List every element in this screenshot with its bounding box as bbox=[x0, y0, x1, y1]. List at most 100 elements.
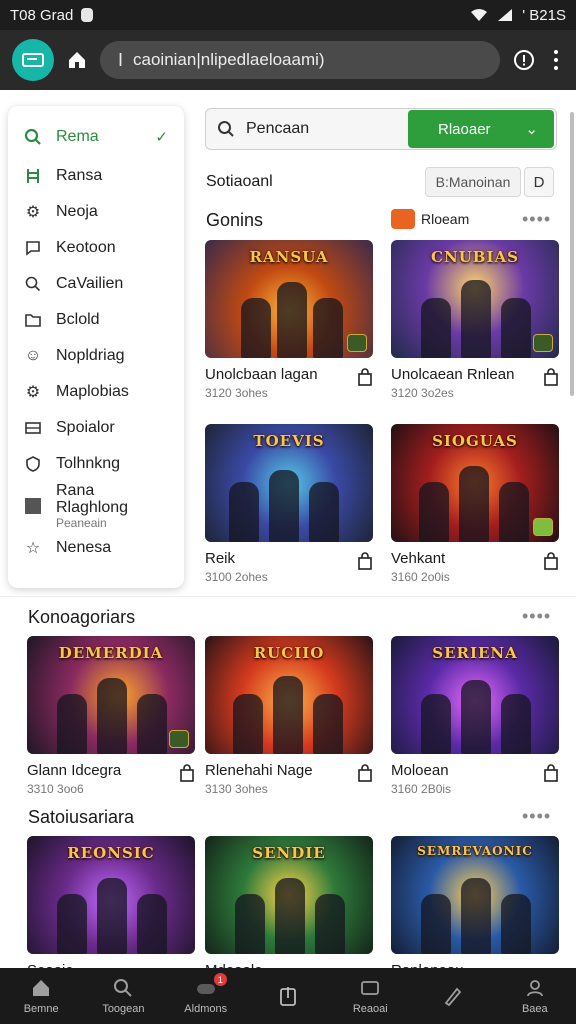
filter-tag[interactable]: Rloeam bbox=[391, 209, 469, 229]
game-thumbnail[interactable]: SIOGUAS bbox=[391, 424, 559, 542]
category-art-title: RUCIIO bbox=[253, 644, 325, 662]
game-art-title: SIOGUAS bbox=[432, 432, 518, 450]
category-thumbnail[interactable]: DEMERDIA bbox=[27, 636, 195, 754]
game-art-title: RANSUA bbox=[249, 248, 329, 266]
category-art-title: DEMERDIA bbox=[58, 644, 164, 662]
nav-home[interactable]: Bemne bbox=[0, 968, 82, 1024]
game-card[interactable]: SIOGUAS Vehkant 3160 2o0is bbox=[391, 424, 559, 584]
game-title: Unolcaean Rnlean bbox=[391, 366, 515, 383]
game-card[interactable]: RANSUA Unolcbaan lagan 3120 3ohes bbox=[205, 240, 373, 400]
game-thumbnail[interactable]: RANSUA bbox=[205, 240, 373, 358]
shopping-bag-icon[interactable] bbox=[179, 762, 195, 782]
search-input[interactable]: Pencaan bbox=[246, 120, 408, 138]
shopping-bag-icon[interactable] bbox=[543, 550, 559, 570]
more-icon[interactable]: •••• bbox=[522, 209, 551, 230]
sidebar-item-label: Bclold bbox=[56, 311, 100, 328]
shopping-bag-icon[interactable] bbox=[357, 762, 373, 782]
sidebar-item-nenesa[interactable]: ☆ Nenesa bbox=[8, 530, 184, 566]
nav-controller[interactable]: Reaoai bbox=[329, 968, 411, 1024]
card-icon bbox=[24, 419, 42, 437]
nav-share[interactable] bbox=[247, 968, 329, 1024]
category-card[interactable]: RUCIIO Rlenehahi Nage 3130 3ohes bbox=[205, 636, 373, 796]
share-icon bbox=[277, 985, 299, 1007]
info-icon[interactable] bbox=[512, 48, 536, 72]
shopping-bag-icon[interactable] bbox=[357, 550, 373, 570]
scrollbar[interactable] bbox=[570, 112, 574, 396]
smile-icon: ☺ bbox=[24, 347, 42, 364]
nav-label: Bemne bbox=[23, 1003, 59, 1015]
filter-toggle-button[interactable]: D bbox=[524, 167, 554, 197]
sidebar-item-tolhnkng[interactable]: Tolhnkng bbox=[8, 446, 184, 482]
nav-games[interactable]: 1 Aldmons bbox=[165, 968, 247, 1024]
home-icon[interactable] bbox=[66, 49, 88, 71]
sidebar-item-rema[interactable]: Rema ✓ bbox=[8, 116, 184, 158]
category-card[interactable]: SERIENA Moloean 3160 2B0is bbox=[391, 636, 559, 796]
sort-label: Sotiaoanl bbox=[206, 173, 273, 190]
sidebar-item-label: Neoja bbox=[56, 203, 98, 220]
signal-icon bbox=[496, 8, 514, 22]
search-icon bbox=[24, 128, 42, 146]
game-card[interactable]: TOEVIS Reik 3100 2ohes bbox=[205, 424, 373, 584]
nav-search[interactable]: Toogean bbox=[82, 968, 164, 1024]
game-thumbnail[interactable]: CNUBIAS bbox=[391, 240, 559, 358]
game-meta: 3120 3ohes bbox=[205, 386, 268, 400]
sidebar-item-ransa[interactable]: Ransa bbox=[8, 158, 184, 194]
sidebar-item-sublabel: Peaneain bbox=[56, 516, 107, 530]
sidebar-item-cavailien[interactable]: CaVailien bbox=[8, 266, 184, 302]
game-title: Reik bbox=[205, 550, 236, 567]
nav-profile[interactable]: Baea bbox=[494, 968, 576, 1024]
subscription-card[interactable]: REONSIC Seaaic bbox=[27, 836, 195, 979]
nav-label: Baea bbox=[521, 1003, 548, 1015]
shopping-bag-icon[interactable] bbox=[543, 762, 559, 782]
page-info-icon[interactable]: I bbox=[118, 50, 123, 71]
sidebar-item-nopldriag[interactable]: ☺ Nopldriag bbox=[8, 338, 184, 374]
sidebar-item-keotoon[interactable]: Keotoon bbox=[8, 230, 184, 266]
nav-label: Toogean bbox=[102, 1003, 145, 1015]
subscription-art-title: SENDIE bbox=[252, 844, 326, 862]
subscription-card[interactable]: SENDIE Mdeaale bbox=[205, 836, 373, 979]
sidebar-item-label: Keotoon bbox=[56, 239, 116, 256]
search-icon bbox=[24, 275, 42, 293]
game-meta: 3120 3o2es bbox=[391, 386, 454, 400]
game-thumbnail[interactable]: TOEVIS bbox=[205, 424, 373, 542]
tag-icon bbox=[391, 209, 415, 229]
sidebar-item-label: CaVailien bbox=[56, 275, 124, 292]
category-art-title: SERIENA bbox=[432, 644, 518, 662]
profile-icon bbox=[524, 977, 546, 999]
address-bar[interactable]: I caoinian|nlipedlaeloaami) bbox=[100, 41, 500, 79]
sidebar-menu: Rema ✓ Ransa ⚙ Neoja Keotoon CaVailien B… bbox=[8, 106, 184, 588]
url-text: caoinian|nlipedlaeloaami) bbox=[133, 50, 325, 69]
shopping-bag-icon[interactable] bbox=[357, 366, 373, 386]
subscription-card[interactable]: SEMREVAONIC Ranlenoau bbox=[391, 836, 559, 979]
subscription-thumbnail[interactable]: SEMREVAONIC bbox=[391, 836, 559, 954]
notification-badge: 1 bbox=[213, 973, 227, 986]
nav-pen[interactable] bbox=[411, 968, 493, 1024]
sidebar-item-maplobias[interactable]: ⚙ Maplobias bbox=[8, 374, 184, 410]
category-meta: 3160 2B0is bbox=[391, 782, 452, 796]
section-divider bbox=[0, 596, 576, 597]
game-meta: 3100 2ohes bbox=[205, 570, 268, 584]
category-thumbnail[interactable]: RUCIIO bbox=[205, 636, 373, 754]
status-bar: T08 Grad ' B21S bbox=[0, 0, 576, 30]
sidebar-item-rana-rlaghlong[interactable]: Rana Rlaghlong Peaneain bbox=[8, 482, 184, 530]
sidebar-item-neoja[interactable]: ⚙ Neoja bbox=[8, 194, 184, 230]
more-icon[interactable]: •••• bbox=[522, 606, 551, 627]
sidebar-item-bclold[interactable]: Bclold bbox=[8, 302, 184, 338]
search-button[interactable]: Rlaoaer ⌄ bbox=[408, 110, 554, 148]
category-card[interactable]: DEMERDIA Glann Idcegra 3310 3oo6 bbox=[27, 636, 195, 796]
game-title: Vehkant bbox=[391, 550, 446, 567]
subscription-thumbnail[interactable]: SENDIE bbox=[205, 836, 373, 954]
nav-label: Aldmons bbox=[184, 1003, 228, 1015]
sidebar-item-spoialor[interactable]: Spoialor bbox=[8, 410, 184, 446]
game-art-title: CNUBIAS bbox=[431, 248, 519, 266]
subscriptions-section-title: Satoiusariara bbox=[28, 807, 135, 827]
overflow-menu-icon[interactable] bbox=[548, 50, 564, 70]
subscription-thumbnail[interactable]: REONSIC bbox=[27, 836, 195, 954]
filter-dropdown[interactable]: B:Manoinan bbox=[425, 167, 521, 197]
shopping-bag-icon[interactable] bbox=[543, 366, 559, 386]
category-thumbnail[interactable]: SERIENA bbox=[391, 636, 559, 754]
app-logo[interactable] bbox=[12, 39, 54, 81]
game-card[interactable]: CNUBIAS Unolcaean Rnlean 3120 3o2es bbox=[391, 240, 559, 400]
more-icon[interactable]: •••• bbox=[522, 806, 551, 827]
game-title: Unolcbaan lagan bbox=[205, 366, 318, 383]
